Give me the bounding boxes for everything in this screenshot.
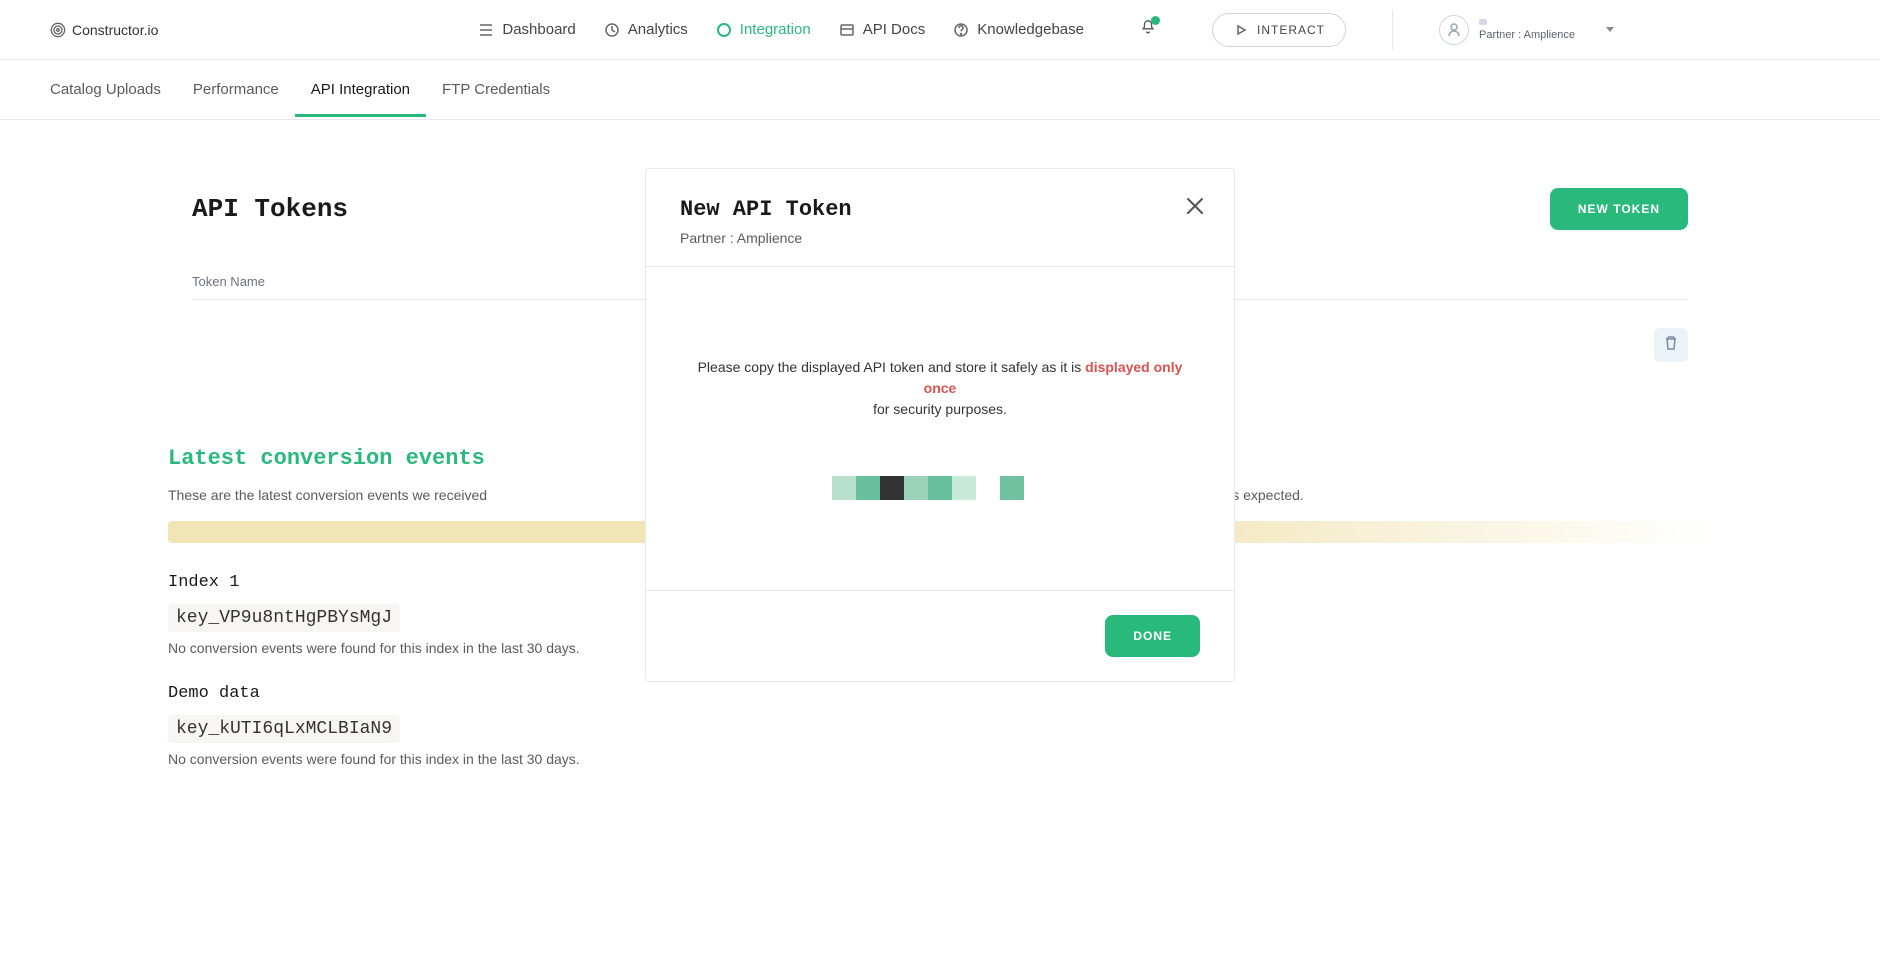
index-name: Demo data bbox=[168, 684, 1712, 703]
trash-icon bbox=[1663, 335, 1679, 356]
nav-analytics-label: Analytics bbox=[628, 21, 688, 38]
top-nav: Constructor.io Dashboard Analytics Integ… bbox=[0, 0, 1880, 60]
chevron-down-icon bbox=[1605, 21, 1615, 39]
nav-knowledgebase[interactable]: Knowledgebase bbox=[953, 21, 1084, 38]
nav-integration[interactable]: Integration bbox=[716, 21, 811, 38]
skeleton-bar bbox=[1479, 19, 1487, 25]
loader-square bbox=[904, 476, 928, 500]
loading-indicator bbox=[830, 476, 1050, 500]
index-key: key_VP9u8ntHgPBYsMgJ bbox=[168, 604, 400, 632]
tab-label: FTP Credentials bbox=[442, 81, 550, 98]
nav-dashboard-label: Dashboard bbox=[502, 21, 575, 38]
user-menu[interactable]: Partner : Amplience bbox=[1439, 15, 1615, 45]
nav-api-docs[interactable]: API Docs bbox=[839, 21, 926, 38]
close-icon bbox=[1184, 204, 1206, 221]
clock-icon bbox=[604, 22, 620, 38]
notifications-button[interactable] bbox=[1140, 19, 1156, 41]
play-icon bbox=[1233, 22, 1249, 38]
done-button[interactable]: DONE bbox=[1105, 615, 1200, 657]
tab-api-integration[interactable]: API Integration bbox=[311, 63, 410, 116]
swirl-icon bbox=[50, 22, 66, 38]
circle-icon bbox=[716, 22, 732, 38]
modal-footer: DONE bbox=[646, 590, 1234, 681]
loader-square bbox=[880, 476, 904, 500]
nav-dashboard[interactable]: Dashboard bbox=[478, 21, 575, 38]
user-info: Partner : Amplience bbox=[1479, 19, 1575, 41]
user-partner-label: Partner : Amplience bbox=[1479, 29, 1575, 41]
question-icon bbox=[953, 22, 969, 38]
brand-name: Constructor.io bbox=[72, 22, 158, 38]
note-prefix: Please copy the displayed API token and … bbox=[698, 359, 1086, 375]
notification-dot-icon bbox=[1151, 16, 1160, 25]
list-icon bbox=[478, 22, 494, 38]
new-token-button[interactable]: NEW TOKEN bbox=[1550, 188, 1688, 230]
loader-square bbox=[832, 476, 856, 500]
loader-square bbox=[976, 476, 1000, 500]
delete-token-button[interactable] bbox=[1654, 328, 1688, 362]
modal-close-button[interactable] bbox=[1184, 195, 1206, 222]
card-icon bbox=[839, 22, 855, 38]
tab-ftp-credentials[interactable]: FTP Credentials bbox=[442, 63, 550, 116]
sub-nav: Catalog Uploads Performance API Integrat… bbox=[0, 60, 1880, 120]
index-block: Demo data key_kUTI6qLxMCLBIaN9 No conver… bbox=[168, 684, 1712, 767]
tab-label: Performance bbox=[193, 81, 279, 98]
desc-prefix: These are the latest conversion events w… bbox=[168, 487, 487, 503]
api-tokens-title: API Tokens bbox=[192, 194, 348, 224]
no-events-message: No conversion events were found for this… bbox=[168, 751, 1712, 767]
interact-label: INTERACT bbox=[1257, 23, 1325, 37]
index-key: key_kUTI6qLxMCLBIaN9 bbox=[168, 715, 400, 743]
nav-knowledgebase-label: Knowledgebase bbox=[977, 21, 1084, 38]
top-nav-items: Dashboard Analytics Integration API Docs… bbox=[478, 10, 1615, 50]
avatar-icon bbox=[1439, 15, 1469, 45]
nav-analytics[interactable]: Analytics bbox=[604, 21, 688, 38]
nav-api-docs-label: API Docs bbox=[863, 21, 926, 38]
loader-square bbox=[1024, 476, 1048, 500]
tab-performance[interactable]: Performance bbox=[193, 63, 279, 116]
modal-title: New API Token bbox=[680, 197, 1200, 222]
modal-header: New API Token Partner : Amplience bbox=[646, 169, 1234, 266]
note-suffix: for security purposes. bbox=[873, 401, 1007, 417]
nav-integration-label: Integration bbox=[740, 21, 811, 38]
separator bbox=[1392, 10, 1393, 50]
tab-label: Catalog Uploads bbox=[50, 81, 161, 98]
tab-catalog-uploads[interactable]: Catalog Uploads bbox=[50, 63, 161, 116]
loader-square bbox=[928, 476, 952, 500]
loader-square bbox=[952, 476, 976, 500]
brand-logo[interactable]: Constructor.io bbox=[50, 22, 158, 38]
modal-note: Please copy the displayed API token and … bbox=[686, 357, 1194, 420]
tab-label: API Integration bbox=[311, 81, 410, 98]
new-api-token-modal: New API Token Partner : Amplience Please… bbox=[645, 168, 1235, 682]
loader-square bbox=[856, 476, 880, 500]
loader-square bbox=[1000, 476, 1024, 500]
modal-body: Please copy the displayed API token and … bbox=[646, 267, 1234, 590]
interact-button[interactable]: INTERACT bbox=[1212, 13, 1346, 47]
modal-subtitle: Partner : Amplience bbox=[680, 230, 1200, 246]
